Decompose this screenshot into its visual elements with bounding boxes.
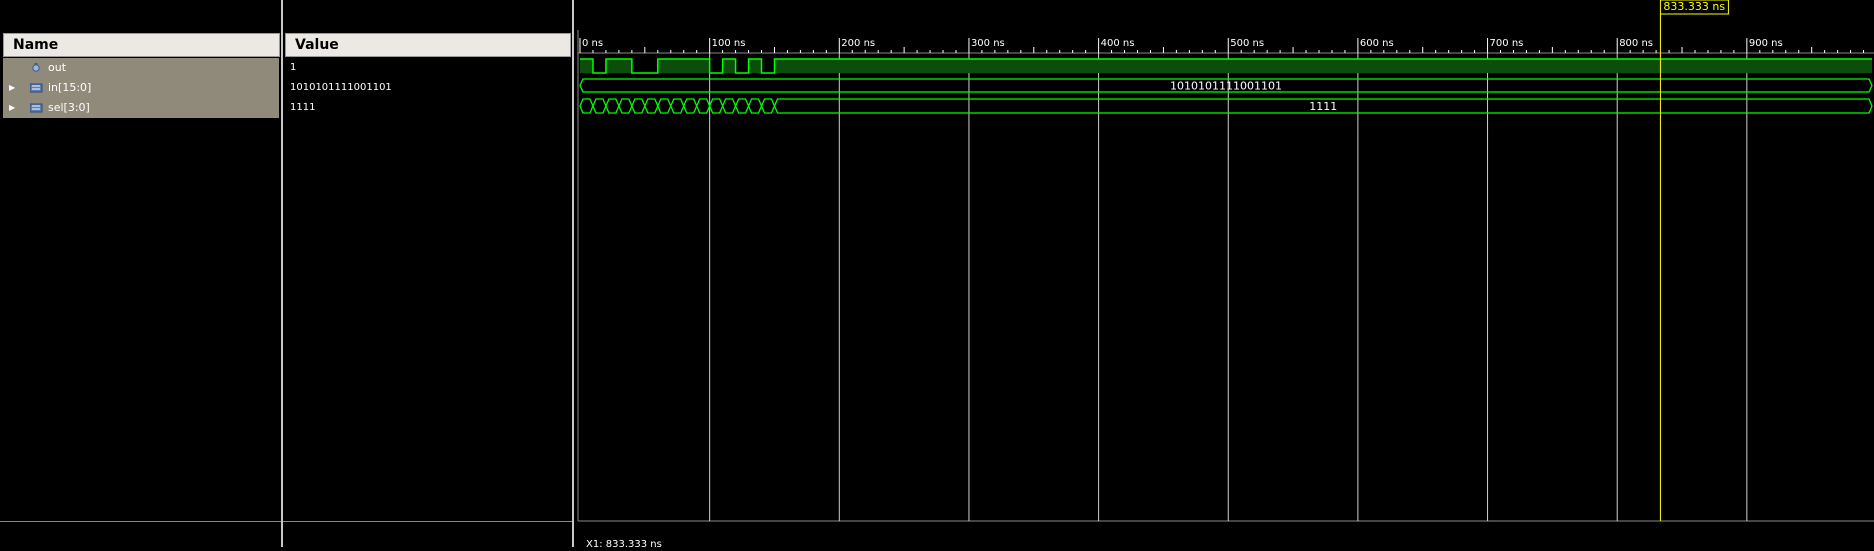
value-column-header[interactable]: Value — [285, 33, 571, 57]
wave-sel-segment — [644, 98, 659, 114]
signal-value-out: 1 — [290, 62, 297, 73]
wave-sel-segment — [592, 98, 607, 114]
wave-high-fill — [657, 59, 710, 73]
wave-sel-segment — [605, 98, 620, 114]
wave-sel-segment — [683, 98, 698, 114]
expand-arrow-icon[interactable]: ▶ — [9, 98, 15, 118]
pane-splitter[interactable] — [572, 0, 574, 547]
signal-name-in: in[15:0] — [48, 81, 92, 94]
tick-label: 500 ns — [1230, 38, 1264, 49]
wave-high-fill — [580, 59, 593, 73]
signal-row-sel[interactable]: ▶ sel[3:0] — [3, 98, 279, 118]
wave-sel-segment — [631, 98, 646, 114]
timeline-ruler[interactable]: 0 ns 100 ns 200 ns 300 ns 400 ns 500 ns 600 ns… — [579, 38, 1865, 53]
name-column-header[interactable]: Name — [3, 33, 280, 57]
waveform-pane[interactable]: 0 ns 100 ns 200 ns 300 ns 400 ns 500 ns 600 ns… — [576, 0, 1874, 550]
wave-sel-segment — [721, 98, 737, 114]
signal-name-sel: sel[3:0] — [48, 101, 90, 114]
wave-sel-segment — [618, 98, 633, 114]
wave-sel-segment — [657, 98, 672, 114]
wave-sel-segment — [695, 98, 711, 114]
tick-label: 900 ns — [1749, 38, 1783, 49]
tick-label: 0 ns — [582, 38, 603, 49]
cursor-time-label: 833.333 ns — [1663, 0, 1725, 13]
name-pane-divider — [0, 521, 282, 522]
wave-high-fill — [748, 59, 762, 73]
signal-name-pane: Name out ▶ in[15:0] ▶ sel[3:0] — [0, 0, 282, 547]
tick-label: 100 ns — [712, 38, 746, 49]
signal-value-in: 1010101111001101 — [290, 82, 392, 93]
signal-row-in[interactable]: ▶ in[15:0] — [3, 78, 279, 98]
bus-signal-icon — [30, 83, 43, 93]
tick-label: 400 ns — [1101, 38, 1135, 49]
bus-signal-icon — [30, 103, 43, 113]
wave-sel-segment — [708, 98, 724, 114]
signal-value-sel: 1111 — [290, 102, 316, 113]
waveforms: 1010101111001101 1111 — [579, 58, 1873, 114]
tick-label: 300 ns — [971, 38, 1005, 49]
wave-sel-segment — [734, 98, 750, 114]
wave-high-fill — [605, 59, 632, 73]
wave-sel-value-label: 1111 — [1309, 100, 1337, 113]
wave-high-fill — [722, 59, 736, 73]
grid-layer — [709, 53, 1748, 521]
tick-label: 800 ns — [1619, 38, 1653, 49]
expand-arrow-icon[interactable]: ▶ — [9, 78, 15, 98]
time-cursor[interactable]: 833.333 ns — [1659, 0, 1729, 521]
wave-in-value-label: 1010101111001101 — [1170, 80, 1282, 93]
tick-label: 200 ns — [841, 38, 875, 49]
wave-sel-segment — [579, 98, 594, 114]
signal-name-out: out — [48, 61, 67, 74]
value-pane-divider — [283, 521, 573, 522]
waveform-canvas[interactable]: 0 ns 100 ns 200 ns 300 ns 400 ns 500 ns 600 ns… — [576, 0, 1874, 550]
scalar-signal-icon — [32, 63, 40, 72]
signal-row-out[interactable]: out — [3, 58, 279, 78]
wave-sel-segment — [670, 98, 685, 114]
wave-sel-segment — [760, 98, 776, 114]
tick-label: 700 ns — [1490, 38, 1524, 49]
cursor-status-readout: X1: 833.333 ns — [586, 539, 662, 547]
signal-value-pane: Value 1 1010101111001101 1111 — [283, 0, 573, 547]
wave-high-fill — [774, 59, 1872, 73]
wave-sel-segment — [747, 98, 763, 114]
tick-label: 600 ns — [1360, 38, 1394, 49]
